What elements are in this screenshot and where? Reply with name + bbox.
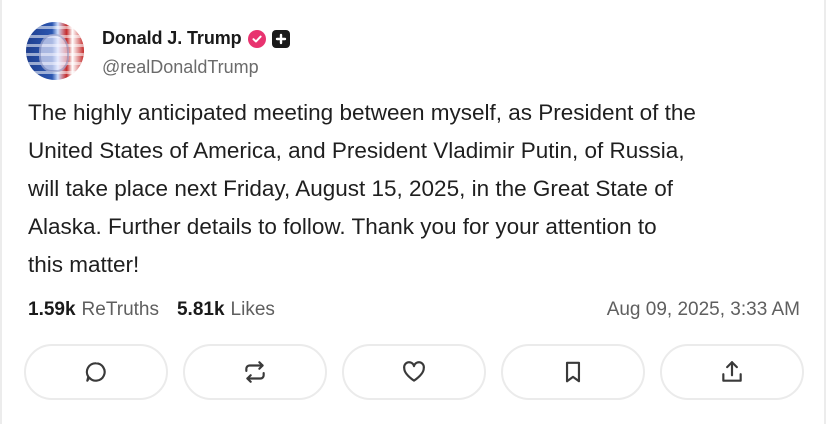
author-meta: Donald J. Trump @realDonaldTrump — [102, 25, 290, 78]
author-display-name[interactable]: Donald J. Trump — [102, 28, 242, 49]
share-button[interactable] — [660, 344, 804, 400]
likes-count: 5.81k — [176, 299, 225, 320]
post-text-line: The highly anticipated meeting between m… — [28, 100, 696, 125]
heart-icon — [403, 361, 425, 382]
post-text-line: will take place next Friday, August 15, … — [28, 176, 673, 201]
retruth-button[interactable] — [183, 344, 327, 400]
verified-badge-icon — [247, 29, 266, 48]
likes-label: Likes — [230, 299, 275, 320]
post-timestamp[interactable]: Aug 09, 2025, 3:33 AM — [607, 299, 800, 321]
reply-button[interactable] — [24, 344, 168, 400]
avatar[interactable] — [26, 22, 84, 80]
post-text-line: United States of America, and President … — [28, 138, 685, 163]
bookmark-icon — [565, 361, 581, 383]
post-stats: 1.59k ReTruths 5.81k Likes Aug 09, 2025,… — [28, 296, 800, 324]
post-text: The highly anticipated meeting between m… — [28, 94, 808, 284]
post-text-line: this matter! — [28, 252, 140, 277]
post-header: Donald J. Trump @realDonaldTrump — [26, 22, 290, 80]
post-text-line: Alaska. Further details to follow. Thank… — [28, 214, 657, 239]
like-button[interactable] — [342, 344, 486, 400]
author-handle[interactable]: @realDonaldTrump — [102, 57, 290, 78]
retruths-label: ReTruths — [81, 299, 159, 320]
retruths-stat[interactable]: 1.59k ReTruths — [28, 299, 159, 321]
share-icon — [722, 361, 742, 382]
author-name-row: Donald J. Trump — [102, 25, 290, 53]
reply-icon — [85, 362, 106, 382]
post-card: Donald J. Trump @realDonaldTrump The hig… — [0, 0, 826, 424]
retruth-icon — [245, 361, 265, 383]
action-bar — [24, 344, 804, 400]
subscriber-plus-icon — [271, 29, 290, 48]
avatar-face — [39, 34, 69, 72]
retruths-count: 1.59k — [28, 299, 76, 320]
bookmark-button[interactable] — [501, 344, 645, 400]
likes-stat[interactable]: 5.81k Likes — [177, 299, 275, 321]
